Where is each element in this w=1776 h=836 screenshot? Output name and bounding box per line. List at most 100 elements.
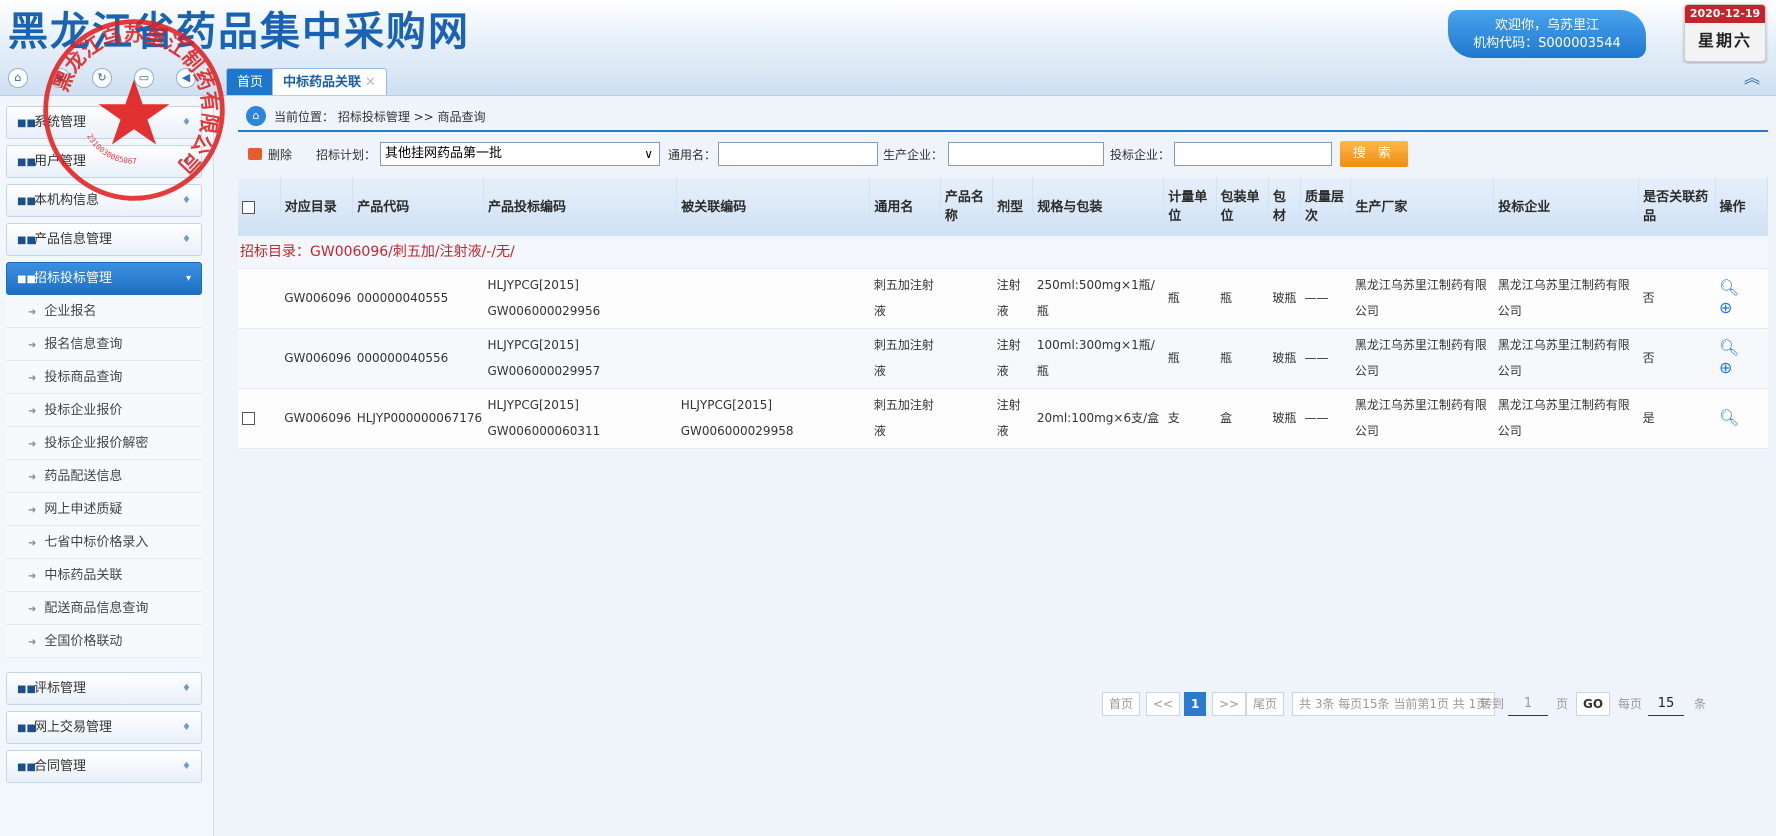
pager-current[interactable]: 1	[1184, 692, 1207, 716]
sidebar-group-evaluation[interactable]: ■■评标管理 ♦	[6, 672, 202, 705]
sidebar-item[interactable]: ➜ 七省中标价格录入	[6, 526, 202, 559]
cell-quality: ——	[1300, 328, 1351, 389]
sidebar-item[interactable]: ➜ 配送商品信息查询	[6, 592, 202, 625]
sidebar-item[interactable]: ➜ 药品配送信息	[6, 460, 202, 493]
arrow-icon: ➜	[28, 637, 37, 648]
row-checkbox[interactable]	[242, 412, 255, 425]
cell-product-name	[940, 328, 993, 389]
chevron-icon: ♦	[182, 156, 191, 167]
sidebar: ■■系统管理 ♦ ■■用户管理 ♦ ■■本机构信息 ♦ ■■产品信息管理 ♦ ■■招标投…	[0, 97, 214, 836]
checkbox-icon[interactable]	[242, 200, 255, 214]
cell-catalog: GW006096	[280, 388, 353, 449]
col-header: 被关联编码	[676, 178, 871, 236]
pager-page-unit: 页	[1556, 697, 1569, 711]
chevron-down-icon: ▾	[185, 273, 191, 284]
arrow-icon: ➜	[28, 604, 37, 615]
cell-actions: 🔍︎ ⊕	[1715, 328, 1768, 389]
sidebar-item[interactable]: ➜ 投标商品查询	[6, 361, 202, 394]
table-row: GW006096 000000040555 HLJYPCG[2015] GW006…	[238, 268, 1768, 329]
grid-icon: ■■	[17, 235, 36, 246]
sidebar-group-trading[interactable]: ■■网上交易管理 ♦	[6, 711, 202, 744]
cell-dosage-form: 注射液	[992, 268, 1033, 329]
pager-last[interactable]: 尾页	[1246, 692, 1285, 716]
add-circle-icon[interactable]: ⊕	[1719, 358, 1763, 378]
lock-icon[interactable]: ▣	[50, 68, 70, 88]
pager-goto-label: 转到	[1480, 697, 1505, 711]
select-all-checkbox[interactable]	[238, 178, 281, 236]
generic-name-input[interactable]	[718, 142, 878, 166]
sound-icon[interactable]: ◀	[176, 68, 196, 88]
sidebar-group-product-info[interactable]: ■■产品信息管理 ♦	[6, 223, 202, 256]
grid-icon: ■■	[17, 274, 36, 285]
delete-button[interactable]: 删除	[248, 146, 292, 163]
table-row: GW006096 HLJYP000000067176 HLJYPCG[2015]…	[238, 388, 1768, 449]
chevron-icon: ♦	[182, 234, 191, 245]
sidebar-item[interactable]: ➜ 网上申述质疑	[6, 493, 202, 526]
cell-generic-name: 刺五加注射液	[869, 388, 941, 449]
sidebar-group-system[interactable]: ■■系统管理 ♦	[6, 106, 202, 139]
pager-per-page-unit: 条	[1694, 697, 1707, 711]
sidebar-item[interactable]: ➜ 企业报名	[6, 295, 202, 328]
cell-measure-unit: 瓶	[1163, 328, 1216, 389]
sidebar-group-bidding[interactable]: ■■招标投标管理 ▾	[6, 262, 202, 295]
col-header: 规格与包装	[1032, 178, 1165, 236]
close-icon[interactable]: ✕	[365, 75, 376, 90]
search-icon[interactable]: 🔍︎	[1719, 408, 1763, 428]
cell-linked-code	[676, 328, 870, 389]
sidebar-group-org-info[interactable]: ■■本机构信息 ♦	[6, 184, 202, 217]
cell-product-code: 000000040556	[352, 328, 484, 389]
cell-bidder: 黑龙江乌苏里江制药有限公司	[1493, 328, 1639, 389]
sidebar-item[interactable]: ➜ 报名信息查询	[6, 328, 202, 361]
cell-dosage-form: 注射液	[992, 388, 1033, 449]
cell-catalog: GW006096	[280, 328, 353, 389]
bidder-input[interactable]	[1174, 142, 1332, 166]
grid-icon: ■■	[17, 762, 36, 773]
cell-spec: 250ml:500mg×1瓶/瓶	[1032, 268, 1164, 329]
chevron-down-icon: ∨	[644, 147, 653, 161]
pager-first[interactable]: 首页	[1102, 692, 1141, 716]
tab-home[interactable]: 首页	[226, 68, 275, 95]
sidebar-group-users[interactable]: ■■用户管理 ♦	[6, 145, 202, 178]
cell-product-name	[940, 268, 993, 329]
group-title: 招标目录：GW006096/刺五加/注射液/-/无/	[238, 236, 1768, 269]
sidebar-item[interactable]: ➜ 中标药品关联	[6, 559, 202, 592]
collapse-icon[interactable]: ︽	[1742, 68, 1762, 88]
sidebar-item[interactable]: ➜ 投标企业报价解密	[6, 427, 202, 460]
pager-go-button[interactable]: GO	[1576, 692, 1611, 716]
cell-product-name	[940, 388, 993, 449]
product-table: 对应目录 产品代码 产品投标编码 被关联编码 通用名 产品名称 剂型 规格与包装…	[238, 178, 1769, 449]
cell-pack-unit: 瓶	[1216, 328, 1269, 389]
delete-icon	[248, 148, 262, 160]
sidebar-item[interactable]: ➜ 全国价格联动	[6, 625, 202, 658]
chevron-icon: ♦	[182, 195, 191, 206]
col-header: 质量层次	[1300, 178, 1352, 236]
window-icon[interactable]: ▭	[134, 68, 154, 88]
sidebar-item[interactable]: ➜ 投标企业报价	[6, 394, 202, 427]
cell-actions: 🔍︎ ⊕	[1715, 268, 1768, 329]
sidebar-group-contract[interactable]: ■■合同管理 ♦	[6, 750, 202, 783]
home-icon[interactable]: ⌂	[8, 68, 28, 88]
plan-select[interactable]: 其他挂网药品第一批 ∨	[380, 142, 660, 166]
pager-prev[interactable]: <<	[1146, 692, 1181, 716]
col-header: 投标企业	[1493, 178, 1640, 236]
col-header: 产品代码	[352, 178, 484, 236]
search-button[interactable]: 搜 索	[1340, 141, 1408, 167]
cell-manufacturer: 黑龙江乌苏里江制药有限公司	[1350, 388, 1494, 449]
add-circle-icon[interactable]: ⊕	[1719, 298, 1763, 318]
pager-next[interactable]: >>	[1212, 692, 1247, 716]
grid-icon: ■■	[17, 157, 36, 168]
tab-active[interactable]: 中标药品关联 ✕	[272, 68, 387, 95]
manufacturer-input[interactable]	[948, 142, 1104, 166]
manufacturer-label: 生产企业：	[883, 148, 944, 162]
pager-goto-input[interactable]: 1	[1508, 692, 1548, 716]
chevron-icon: ♦	[182, 722, 191, 733]
col-header: 操作	[1715, 178, 1769, 236]
refresh-icon[interactable]: ↻	[92, 68, 112, 88]
grid-icon: ■■	[17, 723, 36, 734]
search-icon[interactable]: 🔍︎	[1719, 338, 1763, 358]
col-header: 通用名	[869, 178, 941, 236]
cell-bid-code: HLJYPCG[2015] GW006000029957	[483, 328, 677, 389]
grid-icon: ■■	[17, 684, 36, 695]
pager-per-page-input[interactable]: 15	[1648, 692, 1684, 716]
search-icon[interactable]: 🔍︎	[1719, 278, 1763, 298]
